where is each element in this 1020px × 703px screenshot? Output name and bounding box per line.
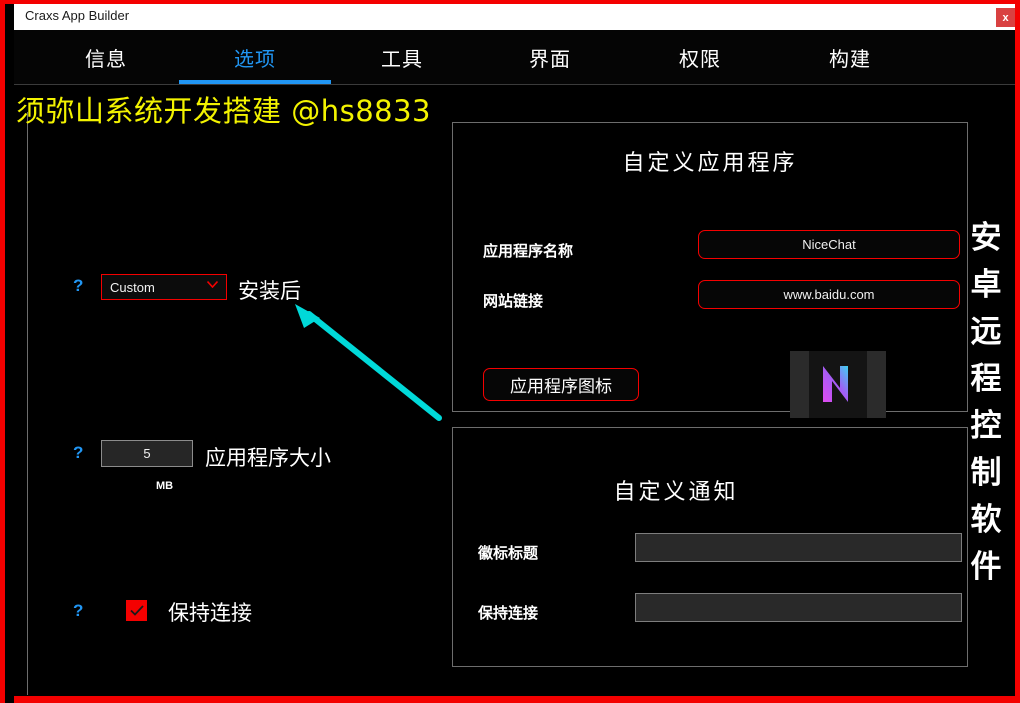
notification-title-input[interactable] [635, 533, 962, 562]
keep-alive-label: 保持连接 [168, 601, 252, 625]
tab-label: 构建 [829, 46, 871, 71]
tab-label: 选项 [234, 46, 276, 71]
install-after-dropdown[interactable]: Custom [101, 274, 227, 300]
vertical-char: 远 [970, 314, 1002, 350]
app-icon-preview-inner [809, 351, 867, 418]
vertical-char: 安 [970, 220, 1002, 256]
help-icon-install-after[interactable]: ? [73, 276, 83, 296]
custom-application-panel: 自定义应用程序 应用程序名称 NiceChat 网站链接 www.baidu.c… [452, 122, 968, 418]
title-bar: Craxs App Builder x [14, 4, 1020, 30]
app-icon-button-label: 应用程序图标 [510, 377, 612, 397]
vertical-char: 控 [970, 408, 1002, 444]
tab-underline [179, 80, 331, 84]
tab-info[interactable]: 信息 [36, 30, 176, 84]
help-icon-keep-alive[interactable]: ? [73, 601, 83, 621]
tab-bar: 信息 选项 工具 界面 权限 构建 [14, 30, 1015, 85]
install-after-value: Custom [110, 279, 155, 295]
app-name-label: 应用程序名称 [483, 242, 574, 260]
vertical-side-text: 安 卓 远 程 控 制 软 件 [966, 215, 1006, 591]
tab-tools[interactable]: 工具 [332, 30, 472, 84]
vertical-char: 制 [970, 455, 1002, 491]
app-name-input[interactable]: NiceChat [698, 230, 960, 259]
chevron-down-icon [207, 281, 218, 288]
notification-body-label: 保持连接 [478, 604, 539, 622]
website-url-label: 网站链接 [483, 292, 544, 310]
options-left-panel: ? Custom 安装后 ? 5 MB 应用程序大小 ? 保持连接 [27, 112, 433, 695]
tab-build[interactable]: 构建 [780, 30, 920, 84]
app-icon-button[interactable]: 应用程序图标 [483, 368, 639, 401]
notification-title-label: 徽标标题 [478, 544, 539, 562]
website-url-input[interactable]: www.baidu.com [698, 280, 960, 309]
tab-label: 界面 [529, 46, 571, 71]
vertical-char: 卓 [970, 267, 1002, 303]
application-window: Craxs App Builder x 信息 选项 工具 界面 权限 构建 ? … [0, 0, 1020, 703]
frame-border-left [0, 0, 5, 703]
frame-border-right [1015, 0, 1020, 703]
app-name-value: NiceChat [802, 237, 856, 252]
custom-notification-title: 自定义通知 [613, 480, 739, 505]
custom-notification-panel: 自定义通知 徽标标题 保持连接 [452, 427, 968, 667]
tab-label: 信息 [85, 46, 127, 71]
tab-permissions[interactable]: 权限 [630, 30, 770, 84]
keep-alive-checkbox[interactable] [126, 600, 147, 621]
vertical-char: 程 [970, 361, 1002, 397]
tab-label: 工具 [381, 46, 423, 71]
app-size-unit: MB [156, 480, 174, 492]
vertical-char: 件 [970, 549, 1002, 585]
tab-interface[interactable]: 界面 [480, 30, 620, 84]
app-size-label: 应用程序大小 [205, 446, 331, 470]
checkmark-icon [129, 605, 144, 616]
close-button[interactable]: x [996, 8, 1015, 27]
watermark-overlay-text: 须弥山系统开发搭建 @hs8833 [16, 94, 432, 128]
tab-options[interactable]: 选项 [179, 30, 331, 84]
frame-border-bottom [14, 696, 1020, 703]
vertical-char: 软 [970, 502, 1002, 538]
app-size-input[interactable]: 5 [101, 440, 193, 467]
window-title: Craxs App Builder [25, 8, 130, 23]
website-url-value: www.baidu.com [783, 287, 875, 302]
custom-application-title: 自定义应用程序 [622, 151, 798, 176]
help-icon-app-size[interactable]: ? [73, 443, 83, 463]
app-size-value: 5 [143, 446, 151, 461]
letter-n-logo-icon [823, 365, 848, 402]
tab-label: 权限 [679, 46, 721, 71]
frame-border-top [0, 0, 1020, 4]
app-icon-preview[interactable] [790, 351, 886, 418]
notification-body-input[interactable] [635, 593, 962, 622]
install-after-label: 安装后 [238, 279, 301, 303]
